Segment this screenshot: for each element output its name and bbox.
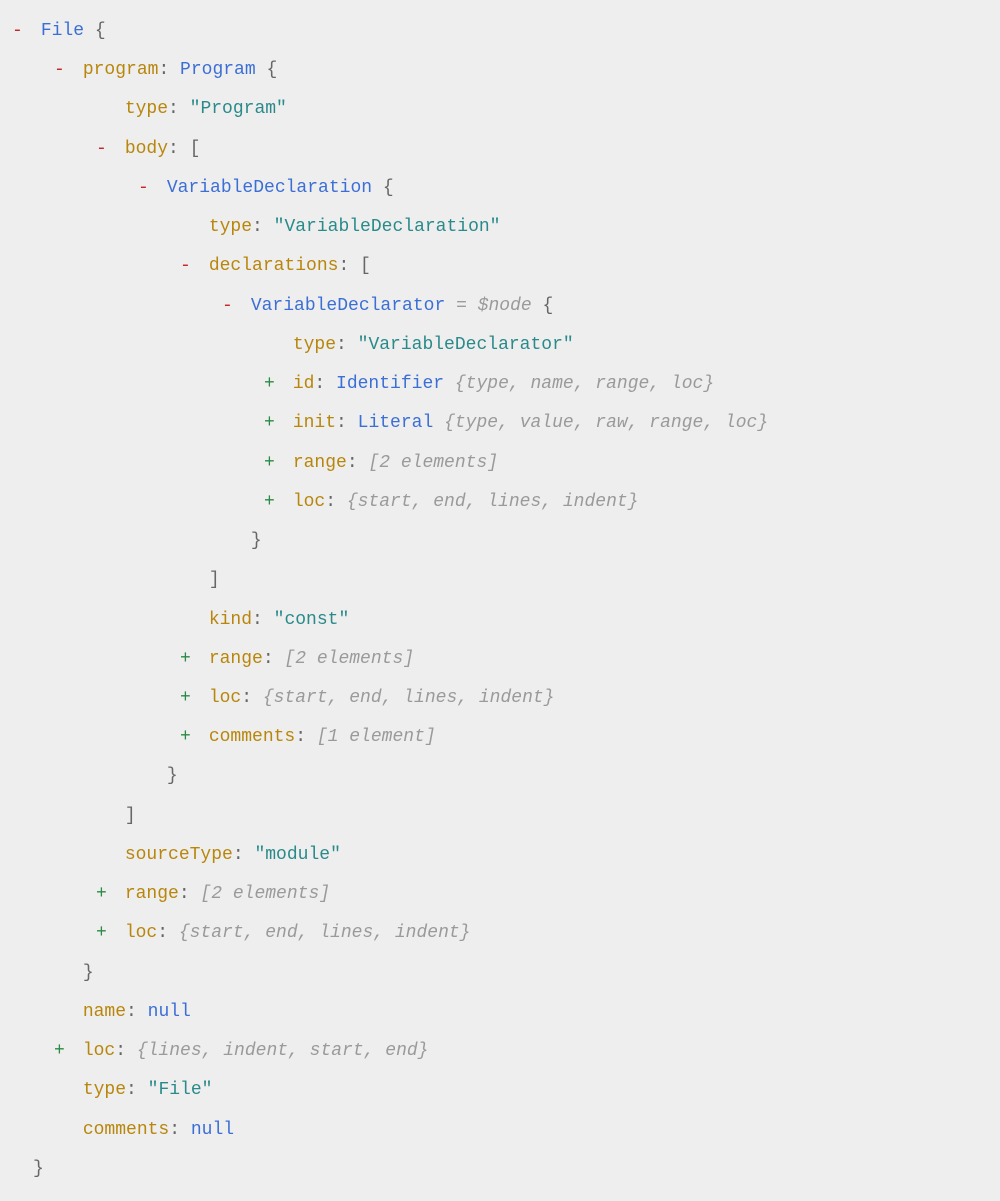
value-type: "File" — [148, 1080, 213, 1100]
type-name-init: Literal — [358, 413, 434, 433]
value-comments: null — [191, 1120, 234, 1140]
toggle-root[interactable]: - — [12, 12, 30, 51]
key-program: program — [83, 60, 159, 80]
toggle-declarations[interactable]: - — [180, 247, 198, 286]
toggle-loc[interactable]: + — [96, 914, 114, 953]
key-sourceType: sourceType — [125, 845, 233, 865]
toggle-range[interactable]: + — [180, 640, 198, 679]
key-loc: loc — [209, 688, 241, 708]
type-name-id: Identifier — [336, 374, 444, 394]
bracket-close: ] — [125, 806, 136, 826]
key-name: name — [83, 1002, 126, 1022]
type-name-VariableDeclarator: VariableDeclarator — [251, 296, 445, 316]
bracket-close: ] — [209, 570, 220, 590]
key-type: type — [125, 99, 168, 119]
bracket-open: [ — [190, 139, 201, 159]
type-name-program: Program — [180, 60, 256, 80]
toggle-loc[interactable]: + — [54, 1032, 72, 1071]
preview-loc: {start, end, lines, indent} — [347, 492, 639, 512]
brace-open: { — [383, 178, 394, 198]
type-name-VariableDeclaration: VariableDeclaration — [167, 178, 372, 198]
brace-close: } — [83, 963, 94, 983]
preview-comments: [ — [317, 727, 328, 747]
key-id: id — [293, 374, 315, 394]
type-name-root: File — [41, 21, 84, 41]
brace-close: } — [167, 766, 178, 786]
key-loc: loc — [83, 1041, 115, 1061]
preview-range: [ — [368, 453, 379, 473]
bracket-open: [ — [360, 256, 371, 276]
key-comments: comments — [83, 1120, 169, 1140]
key-declarations: declarations — [209, 256, 339, 276]
preview-range: [ — [284, 649, 295, 669]
brace-close: } — [251, 531, 262, 551]
key-range: range — [293, 453, 347, 473]
toggle-loc[interactable]: + — [180, 679, 198, 718]
value-type: "Program" — [190, 99, 287, 119]
toggle-body[interactable]: - — [96, 130, 114, 169]
toggle-program[interactable]: - — [54, 51, 72, 90]
value-kind: "const" — [274, 610, 350, 630]
preview-id: {type, name, range, loc} — [455, 374, 714, 394]
key-range: range — [209, 649, 263, 669]
key-init: init — [293, 413, 336, 433]
key-kind: kind — [209, 610, 252, 630]
value-type: "VariableDeclarator" — [358, 335, 574, 355]
preview-init: {type, value, raw, range, loc} — [444, 413, 768, 433]
value-name: null — [148, 1002, 191, 1022]
key-loc: loc — [125, 923, 157, 943]
key-body: body — [125, 139, 168, 159]
toggle-VariableDeclarator[interactable]: - — [222, 287, 240, 326]
preview-range: [ — [200, 884, 211, 904]
preview-loc: {start, end, lines, indent} — [263, 688, 555, 708]
preview-loc: {start, end, lines, indent} — [179, 923, 471, 943]
key-range: range — [125, 884, 179, 904]
toggle-comments[interactable]: + — [180, 718, 198, 757]
key-comments: comments — [209, 727, 295, 747]
brace-open: { — [543, 296, 554, 316]
key-type: type — [209, 217, 252, 237]
note-VariableDeclarator: = $node — [456, 296, 532, 316]
toggle-range[interactable]: + — [96, 875, 114, 914]
toggle-range[interactable]: + — [264, 444, 282, 483]
toggle-init[interactable]: + — [264, 404, 282, 443]
brace-open: { — [95, 21, 106, 41]
toggle-loc[interactable]: + — [264, 483, 282, 522]
brace-open: { — [266, 60, 277, 80]
toggle-VariableDeclaration[interactable]: - — [138, 169, 156, 208]
ast-tree: - File {- program: Program {- type: "Pro… — [12, 12, 1000, 1189]
value-sourceType: "module" — [254, 845, 340, 865]
toggle-id[interactable]: + — [264, 365, 282, 404]
preview-loc: {lines, indent, start, end} — [137, 1041, 429, 1061]
key-type: type — [83, 1080, 126, 1100]
brace-close: } — [33, 1159, 44, 1179]
key-loc: loc — [293, 492, 325, 512]
value-type: "VariableDeclaration" — [274, 217, 501, 237]
key-type: type — [293, 335, 336, 355]
